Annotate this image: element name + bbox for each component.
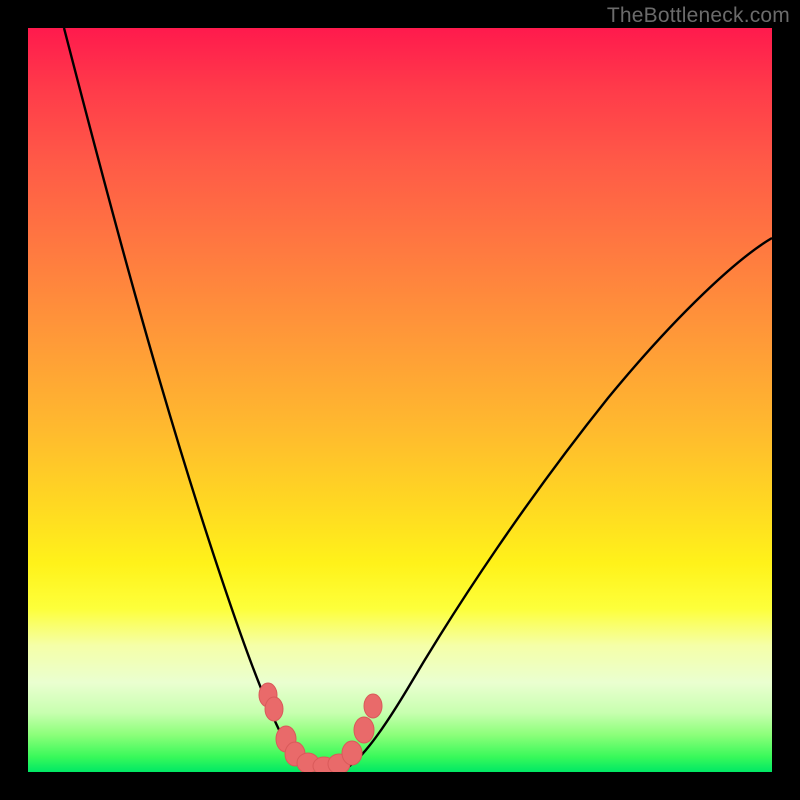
- chart-frame: TheBottleneck.com: [0, 0, 800, 800]
- chart-curve: [28, 28, 772, 772]
- curve-left-branch: [64, 28, 313, 770]
- chart-plot-area: [28, 28, 772, 772]
- curve-right-branch: [343, 238, 772, 770]
- watermark-label: TheBottleneck.com: [607, 4, 790, 28]
- valley-markers: [259, 683, 382, 772]
